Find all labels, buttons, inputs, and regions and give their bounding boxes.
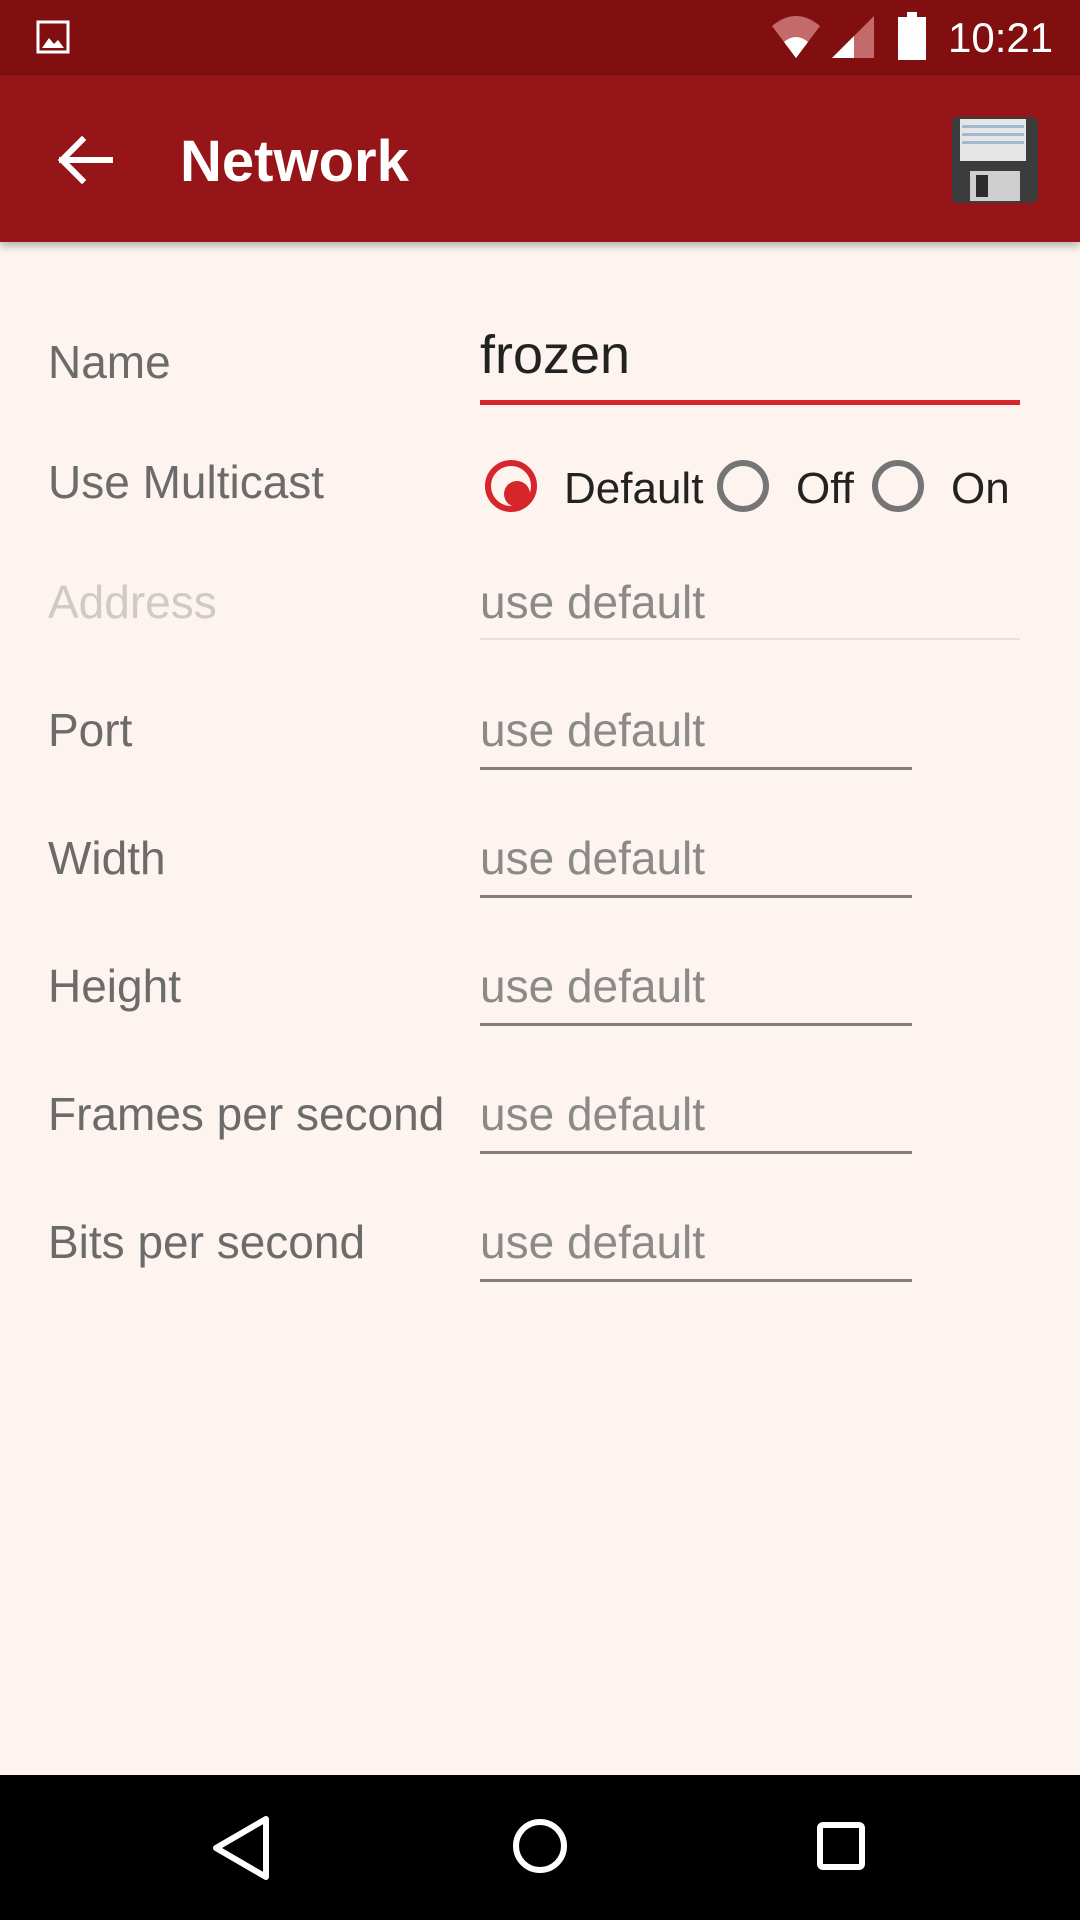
height-input[interactable]: use default: [480, 959, 705, 1013]
arrow-left-icon[interactable]: [44, 120, 124, 200]
radio-default-label: Default: [564, 464, 704, 513]
radio-off-label: Off: [796, 464, 854, 513]
nav-back-icon[interactable]: [210, 1815, 274, 1881]
height-input-underline: [480, 1023, 912, 1026]
cell-signal-icon: [832, 16, 874, 58]
width-input[interactable]: use default: [480, 831, 705, 885]
nav-home-icon[interactable]: [512, 1818, 568, 1874]
address-input: use default: [480, 576, 706, 628]
radio-on-label: On: [951, 464, 1010, 513]
nav-recents-icon[interactable]: [816, 1821, 866, 1871]
radio-off[interactable]: Off: [717, 458, 857, 522]
clock: 10:21: [948, 14, 1054, 61]
address-input-underline: [480, 638, 1020, 640]
battery-icon: [898, 12, 926, 60]
port-input[interactable]: use default: [480, 703, 705, 757]
fps-input[interactable]: use default: [480, 1087, 705, 1141]
width-label: Width: [48, 832, 166, 884]
radio-unchecked-icon: [872, 460, 924, 512]
floppy-disk-icon[interactable]: [948, 113, 1042, 207]
page-title: Network: [180, 129, 409, 194]
bps-input[interactable]: use default: [480, 1215, 705, 1269]
port-input-underline: [480, 767, 912, 770]
image-notification-icon: [36, 20, 70, 54]
radio-unchecked-icon: [717, 460, 769, 512]
wifi-icon: [772, 16, 820, 58]
status-bar: 10:21: [0, 0, 1080, 75]
app-bar: Network: [0, 75, 1080, 242]
fps-label: Frames per second: [48, 1088, 445, 1140]
height-label: Height: [48, 960, 181, 1012]
fps-input-underline: [480, 1151, 912, 1154]
name-input-underline: [480, 400, 1020, 405]
width-input-underline: [480, 895, 912, 898]
radio-on[interactable]: On: [872, 458, 1012, 522]
port-label: Port: [48, 704, 133, 756]
name-input[interactable]: frozen: [480, 328, 630, 382]
bps-input-underline: [480, 1279, 912, 1282]
radio-checked-icon: [485, 460, 537, 512]
bps-label: Bits per second: [48, 1216, 366, 1268]
address-label: Address: [48, 576, 217, 628]
multicast-label: Use Multicast: [48, 456, 325, 508]
radio-default[interactable]: Default: [485, 458, 705, 522]
name-label: Name: [48, 336, 171, 388]
navigation-bar: [0, 1775, 1080, 1920]
